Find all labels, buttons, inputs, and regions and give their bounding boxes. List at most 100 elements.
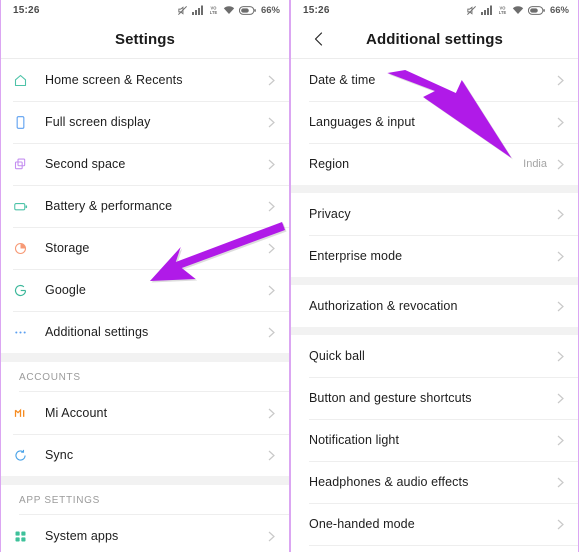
sidebar-item-mi-account[interactable]: Mi Account — [1, 392, 289, 434]
sidebar-item-google[interactable]: Google — [1, 269, 289, 311]
chevron-right-icon — [555, 351, 565, 361]
volte-icon: VO LTE — [497, 5, 508, 15]
chevron-right-icon — [266, 327, 276, 337]
chevron-right-icon — [266, 408, 276, 418]
chevron-right-icon — [555, 251, 565, 261]
list-item-languages-input[interactable]: Languages & input — [291, 101, 578, 143]
list-item-accessibility[interactable]: Accessibility — [291, 545, 578, 552]
item-label: Languages & input — [309, 115, 415, 129]
item-label: Date & time — [309, 73, 376, 87]
item-label: Headphones & audio effects — [309, 475, 469, 489]
item-label: System apps — [45, 529, 119, 543]
list-item-privacy[interactable]: Privacy — [291, 193, 578, 235]
chevron-right-icon — [266, 285, 276, 295]
group-separator — [1, 476, 289, 485]
item-label: One-handed mode — [309, 517, 415, 531]
dual-screenshot-container: 15:26 VO LTE 66% Settings Home screen & … — [0, 0, 579, 552]
phone-screen-icon — [13, 111, 45, 133]
chevron-right-icon — [555, 519, 565, 529]
item-label: Button and gesture shortcuts — [309, 391, 472, 405]
item-label: Notification light — [309, 433, 400, 447]
battery-percent: 66% — [549, 4, 569, 16]
wifi-icon — [512, 5, 524, 15]
settings-group-features: Quick ball Button and gesture shortcuts … — [291, 335, 578, 552]
section-header-app-settings: APP SETTINGS — [1, 485, 289, 515]
signal-bars-icon — [191, 5, 204, 15]
battery-icon — [238, 5, 256, 15]
item-label: Enterprise mode — [309, 249, 403, 263]
settings-group-accounts: Mi Account Sync — [1, 392, 289, 476]
item-label: Mi Account — [45, 406, 108, 420]
settings-title-bar: Settings — [1, 20, 289, 58]
mi-logo-icon — [13, 402, 45, 424]
list-item-region[interactable]: Region India — [291, 143, 578, 185]
list-item-button-gesture-shortcuts[interactable]: Button and gesture shortcuts — [291, 377, 578, 419]
system-apps-grid-icon — [13, 525, 45, 547]
svg-text:LTE: LTE — [499, 10, 507, 15]
list-item-enterprise-mode[interactable]: Enterprise mode — [291, 235, 578, 277]
additional-settings-screen: 15:26 VO LTE 66% Additional settings Dat… — [290, 0, 579, 552]
settings-screen: 15:26 VO LTE 66% Settings Home screen & … — [0, 0, 290, 552]
list-item-date-time[interactable]: Date & time — [291, 59, 578, 101]
volte-icon: VO LTE — [208, 5, 219, 15]
status-icons: VO LTE 66% — [466, 5, 569, 16]
chevron-right-icon — [266, 75, 276, 85]
chevron-right-icon — [266, 201, 276, 211]
wifi-icon — [223, 5, 235, 15]
sidebar-item-second-space[interactable]: Second space — [1, 143, 289, 185]
list-item-one-handed-mode[interactable]: One-handed mode — [291, 503, 578, 545]
group-separator — [291, 327, 578, 335]
list-item-headphones-audio-effects[interactable]: Headphones & audio effects — [291, 461, 578, 503]
item-label: Home screen & Recents — [45, 73, 183, 87]
list-item-notification-light[interactable]: Notification light — [291, 419, 578, 461]
sidebar-item-home-screen-recents[interactable]: Home screen & Recents — [1, 59, 289, 101]
item-label: Quick ball — [309, 349, 365, 363]
sidebar-item-sync[interactable]: Sync — [1, 434, 289, 476]
page-title: Settings — [115, 30, 175, 48]
status-time: 15:26 — [13, 4, 40, 16]
sidebar-item-additional-settings[interactable]: Additional settings — [1, 311, 289, 353]
chevron-right-icon — [266, 243, 276, 253]
list-item-authorization-revocation[interactable]: Authorization & revocation — [291, 285, 578, 327]
sidebar-item-full-screen-display[interactable]: Full screen display — [1, 101, 289, 143]
settings-group-privacy: Privacy Enterprise mode — [291, 193, 578, 277]
chevron-right-icon — [266, 117, 276, 127]
page-title: Additional settings — [366, 30, 503, 48]
sidebar-item-battery-performance[interactable]: Battery & performance — [1, 185, 289, 227]
item-label: Google — [45, 283, 86, 297]
item-label: Sync — [45, 448, 74, 462]
status-time: 15:26 — [303, 4, 330, 16]
more-dots-icon — [13, 321, 45, 343]
settings-group-authorization: Authorization & revocation — [291, 285, 578, 327]
google-g-icon — [13, 279, 45, 301]
home-icon — [13, 69, 45, 91]
chevron-right-icon — [555, 477, 565, 487]
chevron-right-icon — [266, 531, 276, 541]
item-label: Full screen display — [45, 115, 151, 129]
chevron-right-icon — [555, 435, 565, 445]
item-label: Privacy — [309, 207, 351, 221]
settings-group-locale: Date & time Languages & input Region Ind… — [291, 59, 578, 185]
item-label: Second space — [45, 157, 126, 171]
status-bar-left: 15:26 VO LTE 66% — [1, 0, 289, 20]
sidebar-item-system-apps[interactable]: System apps — [1, 515, 289, 552]
battery-icon — [527, 5, 545, 15]
group-separator — [291, 185, 578, 193]
chevron-right-icon — [555, 159, 565, 169]
section-header-accounts: ACCOUNTS — [1, 362, 289, 392]
chevron-right-icon — [555, 393, 565, 403]
back-chevron-icon[interactable] — [311, 31, 327, 47]
sidebar-item-storage[interactable]: Storage — [1, 227, 289, 269]
battery-icon — [13, 195, 45, 217]
settings-group-app-settings: System apps Installed apps Dual apps — [1, 515, 289, 552]
chevron-right-icon — [555, 209, 565, 219]
chevron-right-icon — [555, 301, 565, 311]
item-label: Authorization & revocation — [309, 299, 458, 313]
sync-icon — [13, 444, 45, 466]
list-item-quick-ball[interactable]: Quick ball — [291, 335, 578, 377]
additional-settings-title-bar: Additional settings — [291, 20, 578, 58]
mute-icon — [466, 5, 477, 16]
group-separator — [291, 277, 578, 285]
second-space-icon — [13, 153, 45, 175]
item-label: Battery & performance — [45, 199, 173, 213]
